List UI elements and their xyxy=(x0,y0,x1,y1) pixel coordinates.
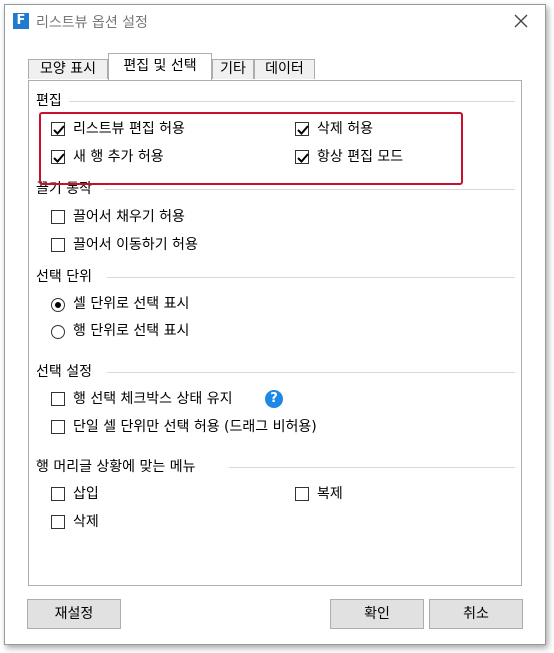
group-divider xyxy=(229,467,515,468)
label-keep-row-check-state: 행 선택 체크박스 상태 유지 xyxy=(73,391,233,407)
app-icon: F xyxy=(13,13,29,29)
check-icon xyxy=(297,125,309,135)
checkbox-allow-add-row[interactable] xyxy=(51,150,65,164)
checkbox-duplicate[interactable] xyxy=(295,487,309,501)
label-allow-delete: 삭제 허용 xyxy=(317,121,373,137)
label-duplicate: 복제 xyxy=(317,486,343,502)
check-icon xyxy=(53,153,65,163)
checkbox-drag-fill[interactable] xyxy=(51,210,65,224)
label-drag-move: 끌어서 이동하기 허용 xyxy=(73,237,198,253)
group-title-row-header: 행 머리글 상황에 맞는 메뉴 xyxy=(36,459,196,475)
label-allow-add-row: 새 행 추가 허용 xyxy=(73,149,164,165)
close-icon xyxy=(514,14,528,28)
dialog-title: 리스트뷰 옵션 설정 xyxy=(36,15,148,31)
radio-row-unit[interactable] xyxy=(51,325,65,339)
tab-appearance[interactable]: 모양 표시 xyxy=(28,59,108,79)
cancel-button[interactable]: 취소 xyxy=(429,599,523,629)
ok-button[interactable]: 확인 xyxy=(330,599,424,629)
checkbox-insert[interactable] xyxy=(51,487,65,501)
group-divider xyxy=(107,277,515,278)
check-icon xyxy=(297,153,309,163)
reset-button[interactable]: 재설정 xyxy=(27,599,121,629)
group-title-selection: 선택 설정 xyxy=(36,364,92,380)
tab-edit-select[interactable]: 편집 및 선택 xyxy=(108,53,212,80)
options-dialog: F 리스트뷰 옵션 설정 모양 표시 편집 및 선택 기타 데이터 편집 리스트… xyxy=(4,4,546,645)
checkbox-delete[interactable] xyxy=(51,515,65,529)
group-title-drag: 끌기 동작 xyxy=(36,181,92,197)
group-divider xyxy=(107,372,515,373)
label-single-cell-only: 단일 셀 단위만 선택 허용 (드래그 비허용) xyxy=(73,419,317,435)
close-button[interactable] xyxy=(511,11,531,31)
radio-cell-unit[interactable] xyxy=(51,298,65,312)
label-allow-edit: 리스트뷰 편집 허용 xyxy=(73,121,185,137)
label-cell-unit: 셀 단위로 선택 표시 xyxy=(73,296,190,312)
group-divider xyxy=(69,101,515,102)
group-title-edit: 편집 xyxy=(36,93,62,109)
group-divider xyxy=(105,189,515,190)
tab-data[interactable]: 데이터 xyxy=(254,59,315,79)
label-delete: 삭제 xyxy=(73,514,99,530)
title-bar: F 리스트뷰 옵션 설정 xyxy=(5,5,545,37)
label-drag-fill: 끌어서 채우기 허용 xyxy=(73,209,185,225)
checkbox-always-edit-mode[interactable] xyxy=(295,150,309,164)
help-icon[interactable]: ? xyxy=(265,390,283,408)
label-row-unit: 행 단위로 선택 표시 xyxy=(73,323,190,339)
checkbox-allow-edit[interactable] xyxy=(51,122,65,136)
checkbox-drag-move[interactable] xyxy=(51,238,65,252)
radio-dot xyxy=(55,302,61,308)
checkbox-keep-row-check-state[interactable] xyxy=(51,392,65,406)
label-insert: 삽입 xyxy=(73,486,99,502)
checkbox-single-cell-only[interactable] xyxy=(51,420,65,434)
checkbox-allow-delete[interactable] xyxy=(295,122,309,136)
label-always-edit-mode: 항상 편집 모드 xyxy=(317,149,404,165)
check-icon xyxy=(53,125,65,135)
group-title-unit: 선택 단위 xyxy=(36,269,92,285)
tab-etc[interactable]: 기타 xyxy=(212,59,254,79)
